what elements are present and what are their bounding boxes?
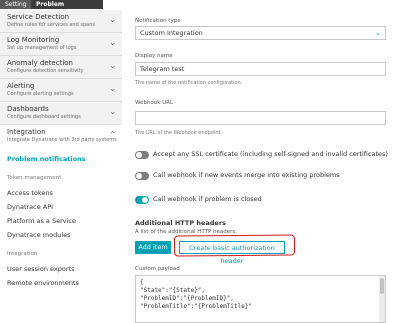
sidebar-item-dashboards[interactable]: Dashboards Configure dashboard settings … — [0, 102, 122, 125]
sidebar-subitem-dynatrace-modules[interactable]: Dynatrace modules — [7, 231, 71, 239]
add-item-button[interactable]: Add item — [135, 241, 171, 254]
problem-closed-toggle-label: Call webhook if problem is closed — [153, 195, 262, 203]
notification-type-label: Notification type — [135, 18, 181, 24]
sidebar-item-title: Service Detection — [7, 13, 70, 21]
problem-closed-toggle[interactable] — [135, 196, 149, 204]
chevron-down-icon: ⌄ — [109, 15, 116, 24]
sidebar-item-service-detection[interactable]: Service Detection Define rules for servi… — [0, 10, 122, 33]
chevron-down-icon: ⌄ — [375, 29, 381, 37]
sidebar-subitem-user-session-exports[interactable]: User session exports — [7, 265, 74, 273]
payload-line: "ProblemTitle":"{ProblemTitle}" — [140, 303, 252, 310]
payload-line: { — [140, 279, 144, 286]
sidebar-subitem-platform-as-a-service[interactable]: Platform as a Service — [7, 217, 76, 225]
chevron-down-icon: ⌄ — [109, 61, 116, 70]
sidebar-subitem-problem-notifications[interactable]: Problem notifications — [7, 155, 86, 163]
chevron-down-icon: ⌄ — [109, 38, 116, 47]
sidebar-item-title: Anomaly detection — [7, 59, 73, 67]
sidebar-subitem-remote-environments[interactable]: Remote environments — [7, 279, 79, 287]
sidebar-item-title: Integration — [7, 128, 46, 136]
payload-scrollbar[interactable] — [379, 276, 385, 322]
ssl-toggle-label: Accept any SSL certificate (including se… — [153, 150, 388, 158]
ssl-toggle[interactable] — [135, 151, 149, 159]
sidebar-item-desc: Configure detection sensitivity — [7, 68, 84, 74]
sidebar-item-desc: Define rules for services and spans — [7, 22, 95, 28]
annotation-highlight — [173, 234, 296, 257]
webhook-url-label: Webhook URL — [135, 100, 174, 106]
chevron-down-icon: ⌄ — [109, 107, 116, 116]
integration-submenu: Problem notifications Token management A… — [0, 147, 122, 313]
merge-events-toggle[interactable] — [135, 172, 149, 180]
sidebar-item-title: Log Monitoring — [7, 36, 60, 44]
merge-events-toggle-label: Call webhook if new events merge into ex… — [153, 171, 340, 179]
breadcrumb-problem-notifications: Problem notifications — [31, 0, 103, 17]
payload-line: "State":"{State}", — [140, 287, 206, 294]
sidebar-subheading-integration: Integration — [7, 251, 38, 257]
sidebar-item-title: Alerting — [7, 82, 35, 90]
payload-line: "ProblemID":"{ProblemID}", — [140, 295, 234, 302]
sidebar-item-log-monitoring[interactable]: Log Monitoring Set up management of logs… — [0, 33, 122, 56]
display-name-hint: The name of the notification configurati… — [135, 80, 243, 86]
notification-type-select[interactable]: Custom Integration ⌄ — [135, 26, 386, 40]
settings-sidebar: Service Detection Define rules for servi… — [0, 10, 123, 313]
sidebar-item-title: Dashboards — [7, 105, 49, 113]
display-name-input[interactable]: Telegram test — [135, 62, 386, 76]
http-headers-desc: A list of the additional HTTP headers. — [135, 229, 238, 235]
chevron-up-icon: ⌃ — [109, 130, 116, 139]
custom-payload-textarea[interactable]: { "State":"{State}", "ProblemID":"{Probl… — [135, 275, 386, 323]
sidebar-item-alerting[interactable]: Alerting Configure alerting settings ⌄ — [0, 79, 122, 102]
custom-payload-label: Custom payload — [135, 266, 180, 272]
sidebar-item-desc: Set up management of logs — [7, 45, 77, 51]
display-name-label: Display name — [135, 53, 173, 59]
sidebar-subitem-dynatrace-api[interactable]: Dynatrace API — [7, 203, 53, 211]
sidebar-item-anomaly-detection[interactable]: Anomaly detection Configure detection se… — [0, 56, 122, 79]
sidebar-subheading-token-management: Token management — [7, 175, 62, 181]
sidebar-item-desc: Integrate Dynatrace with 3rd party syste… — [7, 137, 117, 143]
sidebar-item-integration[interactable]: Integration Integrate Dynatrace with 3rd… — [0, 125, 122, 147]
chevron-down-icon: ⌄ — [109, 84, 116, 93]
sidebar-item-desc: Configure dashboard settings — [7, 114, 81, 120]
webhook-url-hint: The URL of the Webhook endpoint. — [135, 130, 223, 136]
webhook-url-input[interactable] — [135, 111, 386, 125]
notification-form: Notification type Custom Integration ⌄ D… — [122, 10, 400, 323]
http-headers-title: Additional HTTP headers — [135, 219, 226, 227]
notification-type-value: Custom Integration — [140, 29, 203, 37]
breadcrumb: Settings Problem notifications — [0, 0, 400, 17]
sidebar-item-desc: Configure alerting settings — [7, 91, 74, 97]
sidebar-subitem-access-tokens[interactable]: Access tokens — [7, 189, 53, 197]
